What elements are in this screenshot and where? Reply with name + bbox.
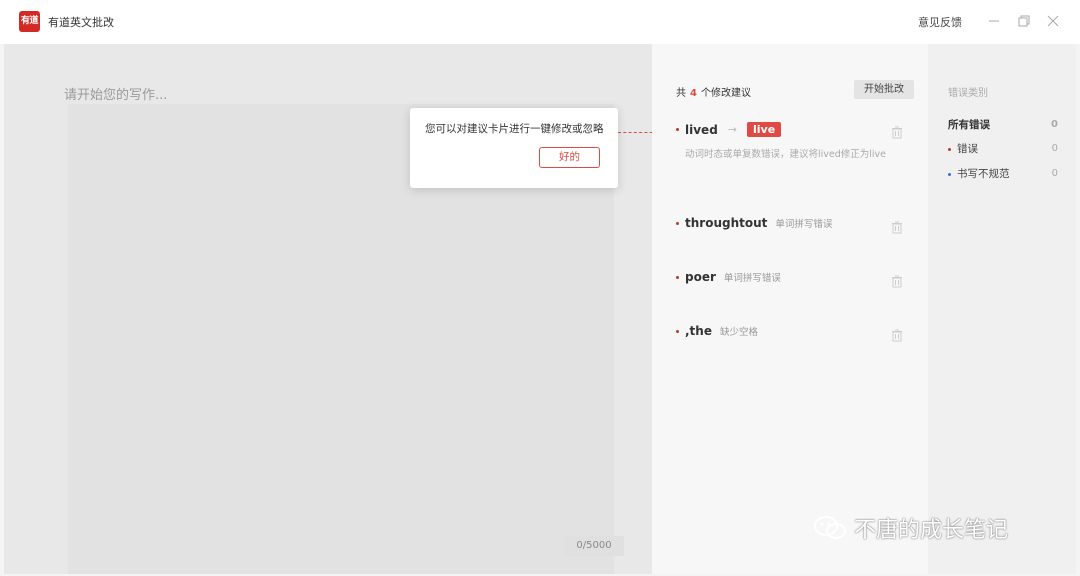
- suggestions-header: 共 4 个修改建议: [676, 84, 751, 99]
- editor-placeholder: 请开始您的写作...: [64, 88, 168, 103]
- suggestions-panel: 共 4 个修改建议 开始批改 lived → live 动词时态或单复数错误，建议将…: [652, 44, 928, 574]
- watermark-text: 不唐的成长笔记: [854, 518, 1009, 543]
- bullet-icon: [676, 329, 679, 333]
- suggestion-card[interactable]: poer 单词拼写错误: [676, 270, 916, 290]
- bullet-icon: [676, 128, 679, 131]
- error-description: 单词拼写错误: [775, 219, 833, 230]
- bullet-icon: [676, 275, 679, 279]
- tooltip-text: 您可以对建议卡片进行一键修改或忽略: [425, 123, 604, 135]
- feedback-link[interactable]: 意见反馈: [918, 14, 962, 30]
- category-count: 0: [1051, 168, 1058, 179]
- error-description: 缺少空格: [719, 327, 758, 338]
- header-suffix: 个修改建议: [700, 88, 751, 99]
- error-word: ,the: [685, 324, 712, 338]
- arrow-right-icon: →: [727, 123, 737, 136]
- category-title: 错误类别: [948, 88, 988, 99]
- trash-icon[interactable]: [890, 219, 904, 234]
- suggestion-card[interactable]: lived → live 动词时态或单复数错误，建议将lived修正为live: [676, 122, 916, 192]
- trash-icon[interactable]: [890, 124, 904, 139]
- suggestion-card[interactable]: throughtout 单词拼写错误: [676, 216, 916, 236]
- trash-icon[interactable]: [890, 327, 904, 342]
- category-panel: 错误类别 所有错误 0 错误 0 书写不规范 0: [928, 44, 1076, 574]
- category-label: 所有错误: [948, 119, 990, 131]
- app-logo: 有道: [19, 11, 40, 32]
- category-nonstandard[interactable]: 书写不规范 0: [948, 165, 1058, 183]
- word-counter: 0/5000: [564, 536, 624, 556]
- minimize-icon[interactable]: [985, 12, 1003, 30]
- maximize-icon[interactable]: [1014, 12, 1032, 30]
- error-word: lived: [685, 122, 718, 137]
- bullet-icon: [676, 221, 679, 225]
- watermark: 不唐的成长笔记: [812, 510, 1008, 546]
- error-description: 单词拼写错误: [723, 273, 781, 284]
- fix-word[interactable]: live: [747, 122, 782, 137]
- app-title: 有道英文批改: [48, 16, 114, 29]
- error-word: poer: [685, 270, 716, 284]
- card-header: throughtout 单词拼写错误: [676, 216, 916, 230]
- card-header: ,the 缺少空格: [676, 324, 916, 338]
- trash-icon[interactable]: [890, 273, 904, 288]
- error-word: throughtout: [685, 216, 768, 230]
- category-count: 0: [1051, 119, 1058, 130]
- error-description: 动词时态或单复数错误，建议将lived修正为live: [685, 149, 887, 160]
- suggestion-card[interactable]: ,the 缺少空格: [676, 324, 916, 344]
- category-count: 0: [1051, 143, 1058, 154]
- header-prefix: 共: [676, 88, 686, 99]
- category-all-errors[interactable]: 所有错误 0: [948, 116, 1058, 134]
- start-review-button[interactable]: 开始批改: [854, 80, 914, 99]
- card-header: lived → live: [676, 122, 916, 137]
- category-label: 书写不规范: [957, 168, 1010, 180]
- bullet-icon: [948, 172, 951, 176]
- card-header: poer 单词拼写错误: [676, 270, 916, 284]
- bullet-icon: [948, 147, 951, 151]
- category-errors[interactable]: 错误 0: [948, 140, 1058, 158]
- wechat-icon: [814, 516, 846, 539]
- suggestion-count: 4: [690, 88, 697, 99]
- category-label: 错误: [957, 143, 978, 155]
- close-icon[interactable]: [1044, 12, 1062, 30]
- tooltip-ok-button[interactable]: 好的: [539, 147, 600, 168]
- onboarding-tooltip: 您可以对建议卡片进行一键修改或忽略 好的: [410, 108, 618, 188]
- title-bar: 有道 有道英文批改 意见反馈: [0, 0, 1080, 44]
